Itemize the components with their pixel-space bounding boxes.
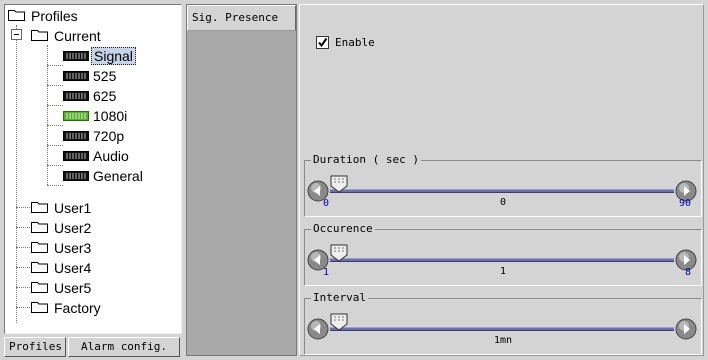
tree-connector (16, 307, 30, 308)
module-chip-icon (63, 46, 89, 66)
tree-item-user3[interactable]: User3 (31, 237, 93, 257)
folder-open-icon (31, 26, 48, 46)
tree-item-label: User4 (54, 260, 92, 277)
tree-item-profiles[interactable]: Profiles (8, 5, 80, 25)
category-tab-sig-presence[interactable]: Sig. Presence (187, 5, 296, 31)
enable-checkbox-row[interactable]: Enable (316, 34, 375, 50)
tree-connector (16, 287, 30, 288)
tree-item-label: Audio (93, 148, 129, 165)
tree-connector (16, 25, 17, 323)
tree-item-user5[interactable]: User5 (31, 277, 93, 297)
tab-profiles[interactable]: Profiles (4, 337, 66, 357)
tree-item-label: User2 (54, 220, 92, 237)
folder-icon (31, 218, 48, 238)
tree-item-label: Factory (54, 300, 101, 317)
tree-item-audio[interactable]: Audio (63, 145, 131, 165)
folder-icon (31, 298, 48, 318)
folder-icon (31, 238, 48, 258)
tree-item-label: 625 (93, 88, 117, 105)
slider-track[interactable] (330, 327, 674, 331)
tree-item-label: User1 (54, 200, 92, 217)
tree-item-label: 525 (93, 68, 117, 85)
tree-connector (16, 227, 30, 228)
slider-thumb[interactable] (330, 244, 348, 262)
slider-max-label: 8 (684, 267, 691, 278)
tree-item-current[interactable]: Current (31, 25, 103, 45)
tree-item-signal[interactable]: Signal (63, 45, 136, 66)
group-title: Interval (311, 291, 368, 305)
enable-label: Enable (335, 35, 375, 49)
profile-tree[interactable]: Profiles Current Signal 525 625 1080i 72… (4, 4, 182, 334)
tree-item-label: Signal (91, 47, 136, 66)
tree-item-general[interactable]: General (63, 165, 145, 185)
slider-value-label: 1 (499, 266, 507, 277)
folder-icon (31, 258, 48, 278)
tree-connector (47, 185, 63, 186)
tree-item-625[interactable]: 625 (63, 85, 118, 105)
slider-thumb[interactable] (330, 175, 348, 193)
tree-item-label: 720p (93, 128, 125, 145)
tree-connector (16, 247, 30, 248)
tree-item-525[interactable]: 525 (63, 65, 118, 85)
tree-connector (47, 125, 63, 126)
tab-alarm-config[interactable]: Alarm config. (68, 337, 180, 357)
tree-item-label: User3 (54, 240, 92, 257)
slider-track[interactable] (330, 189, 674, 193)
tree-connector (16, 267, 30, 268)
tree-item-user2[interactable]: User2 (31, 217, 93, 237)
module-chip-icon (63, 86, 89, 106)
tree-item-label: General (93, 168, 143, 185)
module-chip-icon (63, 166, 89, 186)
collapse-toggle-icon[interactable] (11, 29, 22, 40)
slider-value-label: 1mn (493, 335, 513, 346)
slider-max-label: 90 (678, 198, 691, 209)
tree-item-factory[interactable]: Factory (31, 297, 103, 317)
tree-item-user4[interactable]: User4 (31, 257, 93, 277)
settings-panel: Enable Duration ( sec ) 0 0 90 Occurence… (299, 4, 704, 356)
enable-checkbox[interactable] (316, 35, 329, 49)
slider-track[interactable] (330, 258, 674, 262)
tree-connector (47, 105, 63, 106)
folder-icon (31, 198, 48, 218)
tree-connector (47, 45, 48, 185)
module-chip-icon (63, 66, 89, 86)
group-title: Duration ( sec ) (311, 153, 421, 167)
tree-connector (47, 165, 63, 166)
tree-item-label: User5 (54, 280, 92, 297)
tree-item-label: Current (54, 28, 101, 45)
tree-item-label: 1080i (93, 108, 128, 125)
slider-thumb[interactable] (330, 313, 348, 331)
category-list: Sig. Presence (186, 4, 297, 356)
tree-item-user1[interactable]: User1 (31, 197, 93, 217)
folder-icon (8, 6, 25, 26)
tree-connector (47, 85, 63, 86)
tree-connector (16, 207, 30, 208)
module-chip-active-icon (63, 106, 89, 126)
tree-item-720p[interactable]: 720p (63, 125, 126, 145)
tree-item-label: Profiles (31, 8, 78, 25)
module-chip-icon (63, 146, 89, 166)
slider-value-label: 0 (499, 197, 507, 208)
interval-group: Interval 1mn (304, 291, 702, 355)
tree-item-1080i[interactable]: 1080i (63, 105, 129, 125)
tree-connector (47, 145, 63, 146)
module-chip-icon (63, 126, 89, 146)
tree-connector (47, 65, 63, 66)
duration-group: Duration ( sec ) 0 0 90 (304, 153, 702, 217)
group-title: Occurence (311, 222, 375, 236)
folder-icon (31, 278, 48, 298)
occurence-group: Occurence 1 1 8 (304, 222, 702, 286)
checkmark-icon (318, 37, 328, 47)
